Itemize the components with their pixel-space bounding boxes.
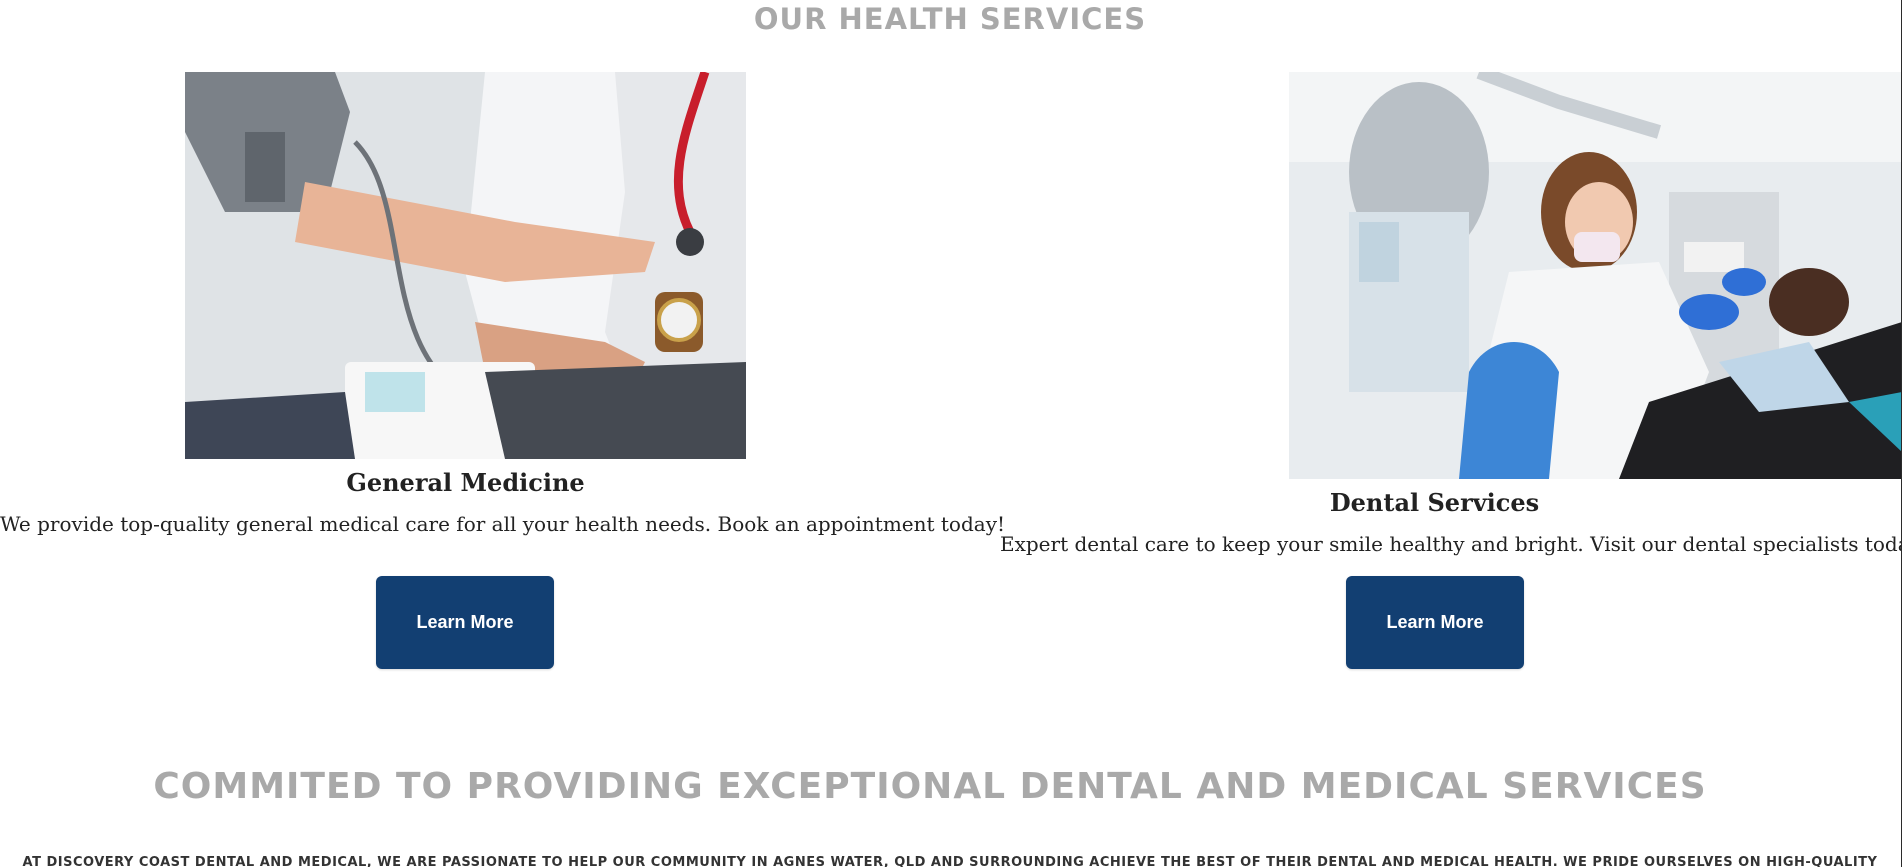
general-medicine-heading: General Medicine bbox=[346, 468, 585, 497]
general-medicine-learn-more-button[interactable]: Learn More bbox=[376, 576, 554, 669]
dental-services-heading: Dental Services bbox=[1329, 488, 1540, 517]
commitment-section-text: AT DISCOVERY COAST DENTAL AND MEDICAL, W… bbox=[22, 855, 1878, 867]
dental-services-learn-more-button[interactable]: Learn More bbox=[1346, 576, 1524, 669]
dental-services-image bbox=[1289, 72, 1902, 479]
general-medicine-description: We provide top-quality general medical c… bbox=[0, 512, 1006, 536]
commitment-section-title: COMMITED TO PROVIDING EXCEPTIONAL DENTAL… bbox=[153, 766, 1707, 807]
services-section-title: OUR HEALTH SERVICES bbox=[753, 2, 1147, 36]
dental-services-description: Expert dental care to keep your smile he… bbox=[1000, 532, 1902, 556]
general-medicine-image bbox=[185, 72, 746, 459]
main-content: OUR HEALTH SERVICES General Medicine We … bbox=[0, 0, 1902, 867]
page: OUR HEALTH SERVICES General Medicine We … bbox=[0, 0, 1902, 867]
